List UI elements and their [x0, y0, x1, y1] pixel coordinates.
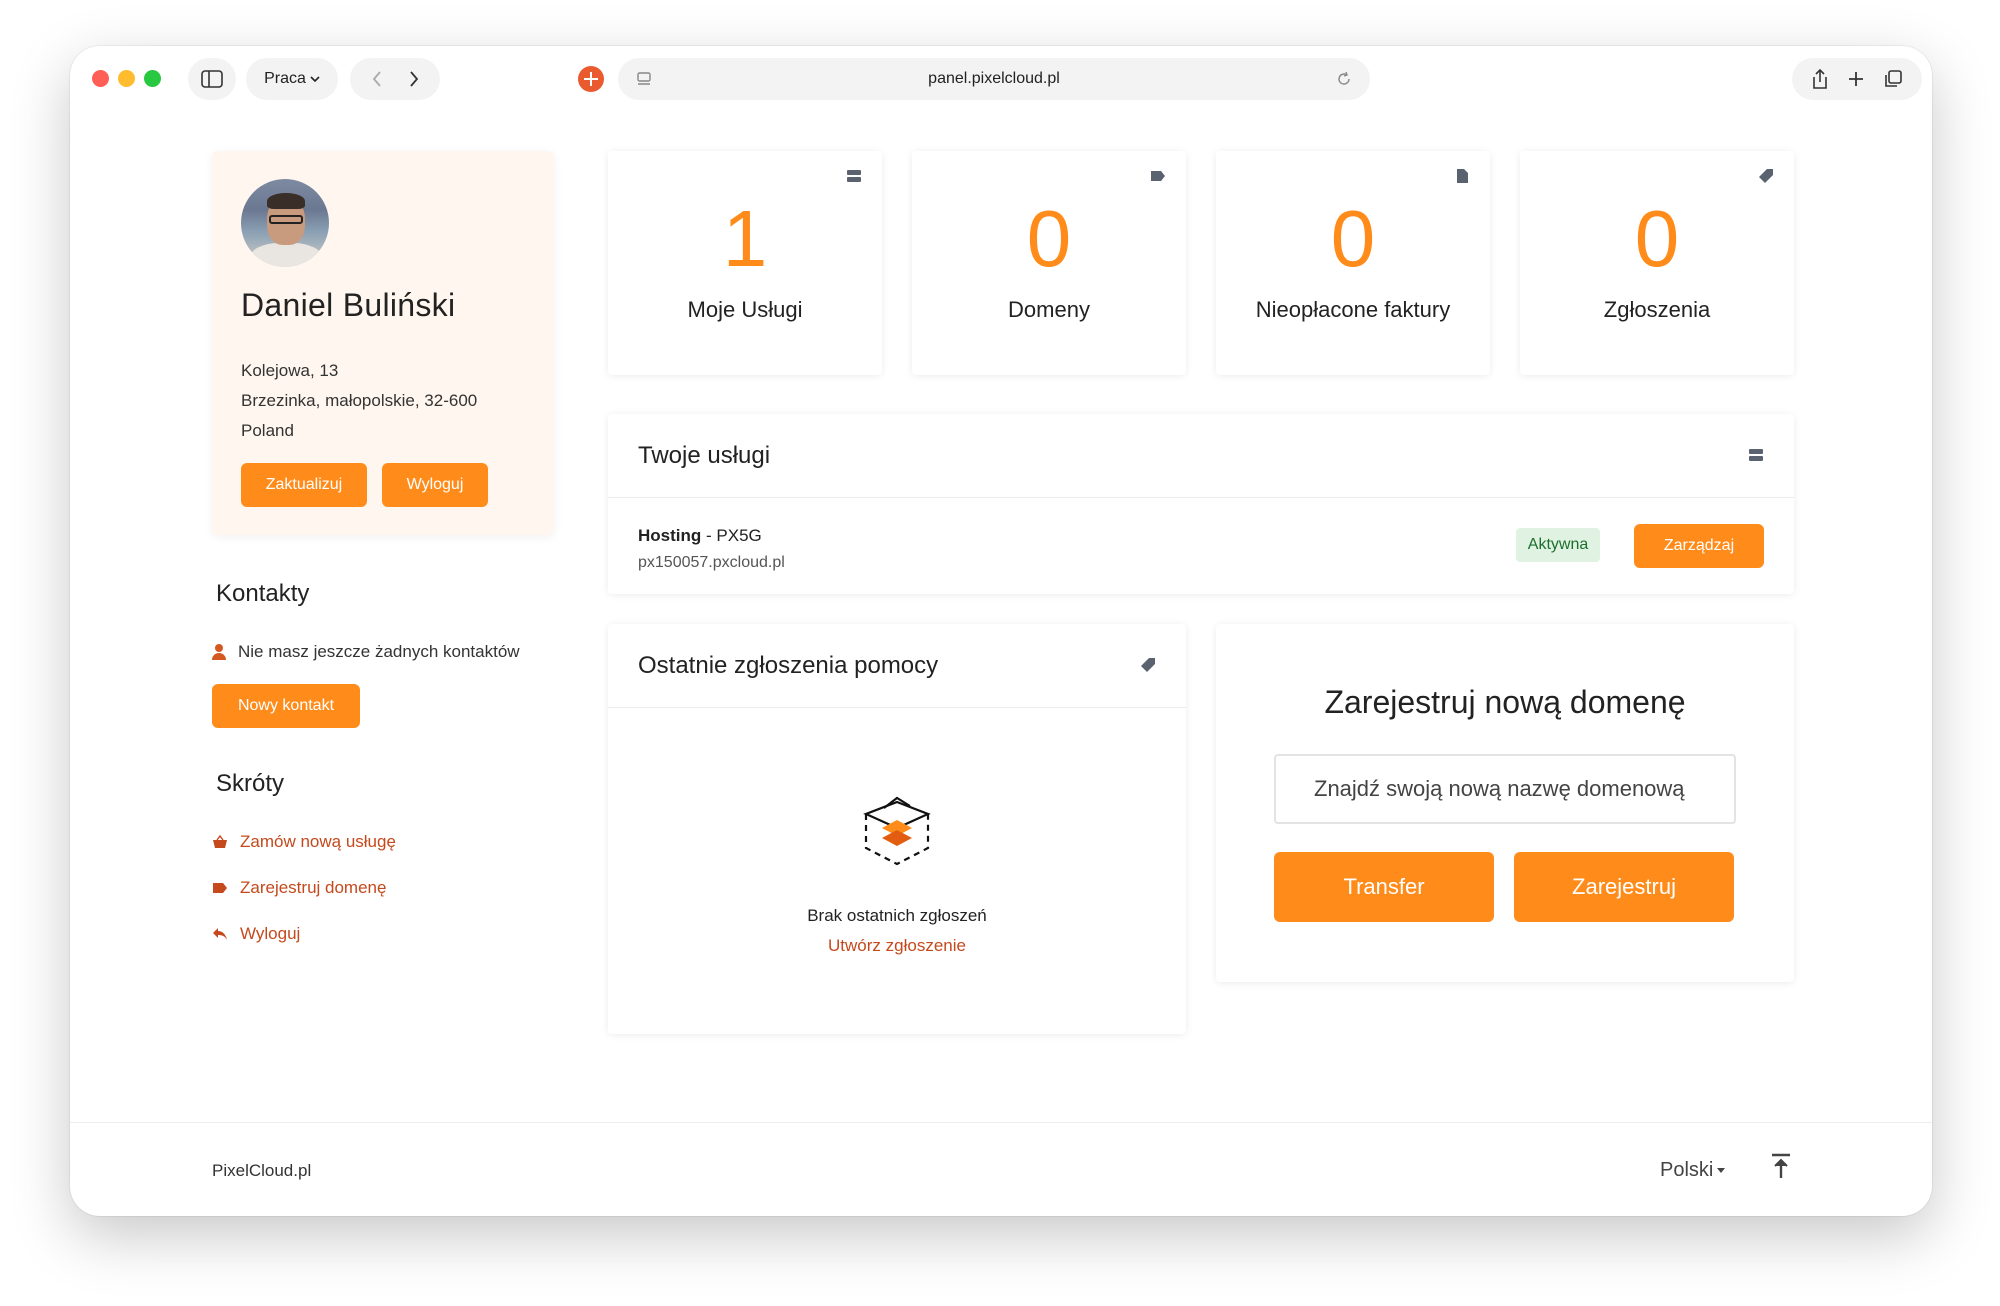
new-tab-icon[interactable] [1847, 70, 1865, 88]
profile-card: Daniel Buliński Kolejowa, 13 Brzezinka, … [212, 151, 554, 535]
stat-card-invoices[interactable]: 0 Nieopłacone faktury [1216, 151, 1490, 375]
stat-card-tickets[interactable]: 0 Zgłoszenia [1520, 151, 1794, 375]
stat-card-domains[interactable]: 0 Domeny [912, 151, 1186, 375]
shortcut-label: Wyloguj [240, 924, 301, 943]
reply-icon [213, 928, 227, 940]
manage-service-button[interactable]: Zarządzaj [1634, 524, 1764, 568]
server-icon [847, 170, 861, 182]
document-icon [1457, 169, 1468, 183]
tab-group-button[interactable]: Praca [246, 58, 338, 100]
chevron-down-icon [310, 76, 320, 83]
share-icon[interactable] [1811, 68, 1829, 90]
language-select[interactable]: Polski [1660, 1159, 1726, 1182]
url-text: panel.pixelcloud.pl [928, 70, 1060, 87]
shortcut-label: Zamów nową usługę [240, 832, 396, 851]
stat-value: 0 [1330, 194, 1376, 283]
back-icon[interactable] [371, 70, 383, 88]
status-badge: Aktywna [1516, 528, 1600, 562]
stat-label: Moje Usługi [687, 297, 803, 322]
stat-value: 1 [722, 194, 768, 283]
service-domain: px150057.pxcloud.pl [638, 554, 785, 571]
profile-name: Daniel Buliński [241, 287, 456, 323]
domain-register-title: Zarejestruj nową domenę [1324, 684, 1686, 720]
address-bar[interactable]: panel.pixelcloud.pl [618, 58, 1370, 100]
server-icon [1749, 449, 1763, 461]
stat-card-services[interactable]: 1 Moje Usługi [608, 151, 882, 375]
tickets-title: Ostatnie zgłoszenia pomocy [638, 652, 939, 679]
domain-search-input[interactable] [1274, 754, 1736, 824]
basket-icon [213, 835, 227, 848]
person-icon [212, 644, 226, 660]
footer-brand: PixelCloud.pl [212, 1161, 312, 1180]
stat-value: 0 [1026, 194, 1072, 283]
shortcut-logout[interactable]: Wyloguj [212, 924, 300, 944]
service-type: Hosting [638, 526, 702, 545]
services-title: Twoje usługi [638, 442, 771, 469]
caret-down-icon [1717, 1168, 1726, 1173]
tab-group-label: Praca [264, 70, 306, 87]
services-panel: Twoje usługi Hosting - PX5G px150057.pxc… [608, 414, 1794, 594]
transfer-button[interactable]: Transfer [1274, 852, 1494, 922]
footer: PixelCloud.pl Polski [70, 1122, 1932, 1216]
tab-overview-icon[interactable] [1883, 69, 1903, 89]
service-name: Hosting - PX5G [638, 526, 762, 546]
language-label: Polski [1660, 1159, 1714, 1181]
address-line-1: Kolejowa, 13 [241, 361, 339, 380]
tag-icon [1151, 171, 1165, 181]
address-line-3: Poland [241, 421, 294, 440]
tickets-panel-header: Ostatnie zgłoszenia pomocy [608, 624, 1186, 708]
sidebar-icon [201, 70, 223, 88]
shortcut-register-domain[interactable]: Zarejestruj domenę [212, 878, 386, 898]
ticket-icon [1141, 658, 1155, 672]
shortcuts-title: Skróty [216, 770, 285, 797]
forward-icon[interactable] [408, 70, 420, 88]
browser-toolbar: Praca panel.pixelcloud.pl [70, 46, 1932, 126]
shortcut-order-service[interactable]: Zamów nową usługę [212, 832, 396, 852]
stat-value: 0 [1634, 194, 1680, 283]
close-window-button[interactable] [92, 70, 109, 87]
domain-register-panel: Zarejestruj nową domenę Transfer Zarejes… [1216, 624, 1794, 982]
navigation-buttons [350, 58, 440, 100]
reload-icon[interactable] [1336, 71, 1352, 87]
contacts-title: Kontakty [216, 580, 310, 607]
register-domain-button[interactable]: Zarejestruj [1514, 852, 1734, 922]
services-panel-header: Twoje usługi [608, 414, 1794, 498]
extension-button[interactable] [578, 66, 604, 92]
service-plan: - PX5G [701, 526, 762, 545]
shortcut-label: Zarejestruj domenę [240, 878, 387, 897]
avatar [241, 179, 329, 267]
new-contact-button[interactable]: Nowy kontakt [212, 684, 360, 728]
tag-icon [213, 883, 227, 893]
stat-label: Domeny [1008, 297, 1090, 322]
ticket-icon [1759, 169, 1773, 183]
update-profile-button[interactable]: Zaktualizuj [241, 463, 367, 507]
tickets-empty-text: Brak ostatnich zgłoszeń [807, 906, 987, 925]
zoom-window-button[interactable] [144, 70, 161, 87]
contacts-empty: Nie masz jeszcze żadnych kontaktów [212, 642, 520, 662]
browser-window: Praca panel.pixelcloud.pl Daniel Bulińsk… [70, 46, 1932, 1216]
sidebar-toggle-button[interactable] [188, 58, 236, 100]
scroll-to-top-icon[interactable] [1770, 1153, 1792, 1179]
tickets-panel: Ostatnie zgłoszenia pomocy Brak ostatnic… [608, 624, 1186, 1034]
logout-button[interactable]: Wyloguj [382, 463, 488, 507]
create-ticket-link[interactable]: Utwórz zgłoszenie [608, 936, 1186, 956]
empty-box-icon [863, 796, 931, 866]
stat-label: Nieopłacone faktury [1255, 297, 1451, 322]
address-line-2: Brzezinka, małopolskie, 32-600 [241, 391, 478, 410]
stat-label: Zgłoszenia [1603, 297, 1711, 322]
contacts-empty-text: Nie masz jeszcze żadnych kontaktów [238, 642, 520, 661]
right-toolbar [1792, 58, 1922, 100]
minimize-window-button[interactable] [118, 70, 135, 87]
